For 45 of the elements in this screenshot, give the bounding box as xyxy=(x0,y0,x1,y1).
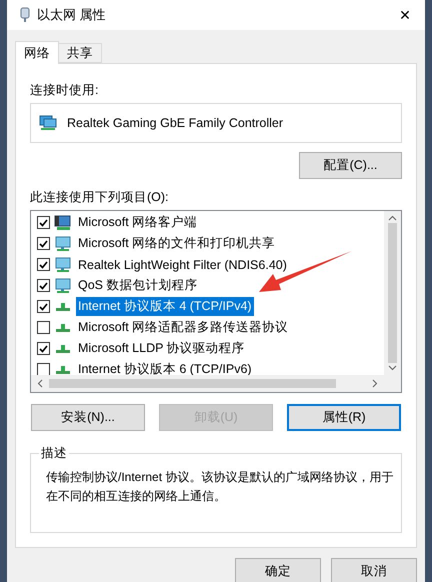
items-label: 此连接使用下列项目(O): xyxy=(30,190,170,205)
list-item[interactable]: Realtek LightWeight Filter (NDIS6.40) xyxy=(76,256,289,272)
network-icon xyxy=(56,344,70,352)
close-button[interactable]: ✕ xyxy=(385,0,425,30)
checkbox[interactable] xyxy=(37,300,50,313)
list-item[interactable]: Internet 协议版本 4 (TCP/IPv4) xyxy=(76,297,254,316)
adapter-name: Realtek Gaming GbE Family Controller xyxy=(67,116,284,130)
computer-icon xyxy=(54,256,72,272)
list-item[interactable]: QoS 数据包计划程序 xyxy=(76,276,200,295)
scroll-left-icon[interactable] xyxy=(37,379,43,388)
computer-icon xyxy=(54,278,72,294)
network-adapter-icon xyxy=(20,7,30,23)
scroll-right-icon[interactable] xyxy=(372,379,378,388)
connect-using-label: 连接时使用: xyxy=(30,83,100,98)
checkbox[interactable] xyxy=(37,237,50,250)
description-title: 描述 xyxy=(39,445,69,462)
list-item[interactable]: Microsoft 网络客户端 xyxy=(76,213,200,232)
checkbox[interactable] xyxy=(37,279,50,292)
checkbox[interactable] xyxy=(37,258,50,271)
checkbox[interactable] xyxy=(37,321,50,334)
action-button[interactable]: 属性(R) xyxy=(287,404,401,431)
list-item[interactable]: Microsoft 网络适配器多路传送器协议 xyxy=(76,318,290,337)
tab[interactable]: 网络 xyxy=(15,41,59,64)
dialog-button[interactable]: 取消 xyxy=(331,558,417,582)
dialog-button[interactable]: 确定 xyxy=(235,558,321,582)
list-item[interactable]: Microsoft LLDP 协议驱动程序 xyxy=(76,339,247,358)
action-button[interactable]: 安装(N)... xyxy=(31,404,145,431)
description-text: 传输控制协议/Internet 协议。该协议是默认的广域网络协议，用于在不同的相互连接的网络上通信。 xyxy=(46,469,394,505)
checkbox[interactable] xyxy=(37,363,50,375)
horizontal-scrollbar[interactable] xyxy=(31,375,384,392)
scroll-up-icon[interactable] xyxy=(388,215,397,221)
scroll-down-icon[interactable] xyxy=(388,365,397,371)
network-icon xyxy=(56,324,70,332)
computer-icon xyxy=(39,115,57,131)
tab[interactable]: 共享 xyxy=(59,43,102,63)
computer-icon xyxy=(54,236,72,252)
checkbox[interactable] xyxy=(37,342,50,355)
vertical-scrollbar[interactable] xyxy=(384,211,401,375)
network-icon xyxy=(56,366,70,374)
list-item[interactable]: Microsoft 网络的文件和打印机共享 xyxy=(76,234,278,253)
configure-button[interactable]: 配置(C)... xyxy=(299,152,402,179)
checkbox[interactable] xyxy=(37,216,50,229)
computer-icon xyxy=(54,214,72,230)
network-icon xyxy=(56,302,70,310)
window-title: 以太网 属性 xyxy=(37,6,107,24)
